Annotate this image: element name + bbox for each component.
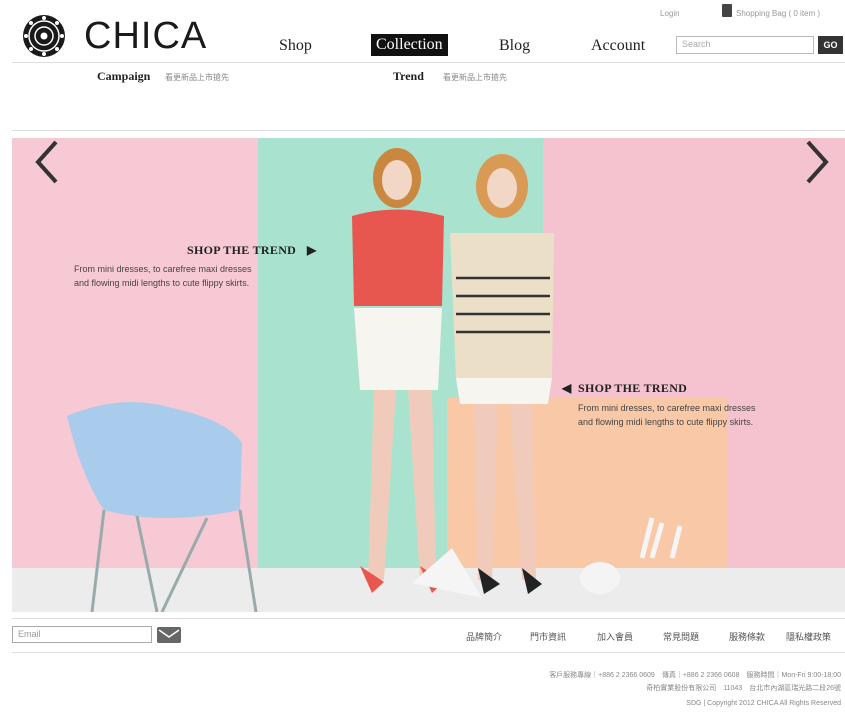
- nav-blog[interactable]: Blog: [499, 37, 530, 55]
- footer-link-faq[interactable]: 常見問題: [663, 630, 699, 643]
- nav-collection[interactable]: Collection: [371, 34, 448, 56]
- header-divider: [12, 62, 845, 63]
- hero-banner[interactable]: SHOP THE TREND ▶ From mini dresses, to c…: [12, 138, 845, 612]
- login-link[interactable]: Login: [660, 9, 680, 18]
- footer-link-brand[interactable]: 品牌簡介: [466, 630, 502, 643]
- promo-right-title[interactable]: SHOP THE TREND: [578, 381, 687, 396]
- promo-right-line2: and flowing midi lengths to cute flippy …: [578, 417, 754, 427]
- subnav-campaign[interactable]: Campaign: [97, 69, 150, 84]
- promo-left-line2: and flowing midi lengths to cute flippy …: [74, 278, 250, 288]
- footer-link-privacy[interactable]: 隱私權政策: [786, 630, 831, 643]
- subnav-trend[interactable]: Trend: [393, 69, 424, 84]
- nav-account[interactable]: Account: [591, 37, 645, 55]
- logo[interactable]: CHICA: [20, 12, 207, 60]
- search-go-button[interactable]: GO: [818, 36, 843, 54]
- footer-copyright: SDG | Copyright 2012 CHICA All Rights Re…: [686, 700, 841, 707]
- chica-logo-icon: [23, 15, 65, 57]
- brand-name: CHICA: [84, 14, 208, 57]
- footer-contact: 客戶服務專線｜+886 2 2366 0609 傳真｜+886 2 2366 0…: [549, 672, 841, 679]
- chevron-left-icon[interactable]: [32, 138, 62, 186]
- footer-divider: [12, 652, 845, 653]
- subnav-divider: [12, 130, 845, 131]
- hero-photo: [12, 138, 845, 612]
- campaign-note: 看更新品上市搶先: [165, 73, 229, 82]
- teapot-prop: [580, 562, 620, 594]
- shopping-bag-link[interactable]: Shopping Bag ( 0 item ): [736, 9, 820, 18]
- nav-shop[interactable]: Shop: [279, 37, 312, 55]
- search-input[interactable]: Search: [676, 36, 814, 54]
- footer-top-divider: [12, 618, 845, 619]
- play-left-icon: ◀: [562, 381, 572, 395]
- trend-note: 看更新品上市搶先: [443, 73, 507, 82]
- promo-left-line1: From mini dresses, to carefree maxi dres…: [74, 264, 252, 274]
- shopping-bag-icon[interactable]: [722, 4, 732, 17]
- mail-icon[interactable]: [157, 627, 181, 643]
- promo-left-title[interactable]: SHOP THE TREND: [187, 243, 296, 258]
- footer-link-stores[interactable]: 門市資訊: [530, 630, 566, 643]
- email-input[interactable]: Email: [12, 626, 152, 643]
- footer-link-terms[interactable]: 服務條款: [729, 630, 765, 643]
- footer-link-join[interactable]: 加入會員: [597, 630, 633, 643]
- play-right-icon: ▶: [307, 243, 317, 257]
- promo-right-line1: From mini dresses, to carefree maxi dres…: [578, 403, 756, 413]
- chevron-right-icon[interactable]: [802, 138, 832, 186]
- footer-address: 奇柏實業股份有限公司 11043 台北市內湖區瑞光路二段26號: [646, 685, 841, 692]
